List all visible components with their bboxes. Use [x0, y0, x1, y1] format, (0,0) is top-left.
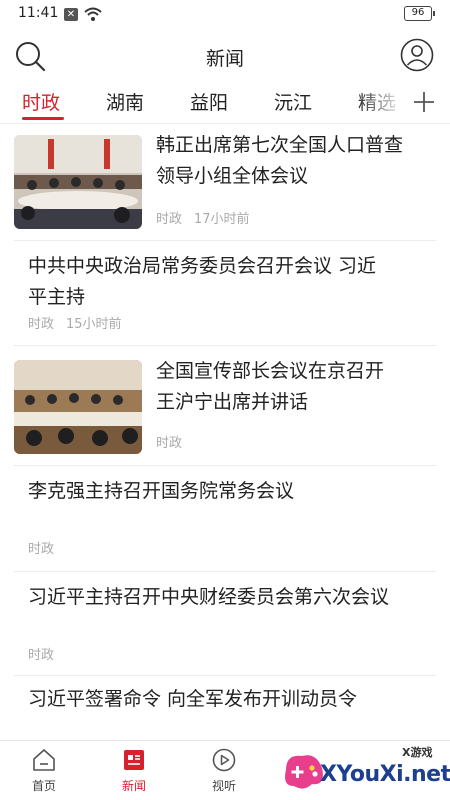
news-feed: 韩正出席第七次全国人口普查 领导小组全体会议 时政 17小时前 中共中央政治局常务…: [0, 124, 450, 740]
news-time: 17小时前: [194, 212, 250, 227]
news-category: 时政: [28, 317, 55, 332]
tab-shizheng[interactable]: 时政: [22, 88, 60, 115]
nav-news-label: 新闻: [121, 779, 146, 793]
news-meta: 时政 17小时前: [156, 208, 250, 227]
channel-tabs: 时政 湖南 益阳 沅江 精选: [0, 82, 450, 124]
nav-home[interactable]: 首页: [14, 747, 74, 794]
nav-news[interactable]: 新闻: [104, 747, 164, 794]
news-title: 习近平主持召开中央财经委员会第六次会议: [28, 586, 390, 608]
news-title: 习近平签署命令 向全军发布开训动员令: [28, 688, 358, 710]
news-title: 全国宣传部长会议在京召开 王沪宁出席并讲话: [156, 360, 385, 413]
nav-home-label: 首页: [31, 779, 56, 793]
news-item[interactable]: 李克强主持召开国务院常务会议 时政: [0, 466, 450, 572]
news-thumbnail: [14, 360, 142, 454]
tab-yiyang[interactable]: 益阳: [190, 88, 228, 115]
news-meta: 时政: [156, 432, 182, 451]
news-item[interactable]: 韩正出席第七次全国人口普查 领导小组全体会议 时政 17小时前: [0, 124, 450, 241]
tab-yuanjiang[interactable]: 沅江: [274, 88, 312, 115]
news-category: 时政: [156, 436, 183, 451]
battery-icon: 96: [404, 6, 435, 21]
news-title: 中共中央政治局常务委员会召开会议 习近 平主持: [28, 255, 377, 308]
news-category: 时政: [28, 542, 55, 557]
news-title: 李克强主持召开国务院常务会议: [28, 480, 295, 502]
add-channel-icon[interactable]: [410, 88, 438, 116]
status-bar: 11:41 ✕ 96: [0, 0, 450, 28]
home-icon: [33, 749, 55, 771]
tab-hunan[interactable]: 湖南: [106, 88, 144, 115]
watermark-brand: XYouXi.net: [320, 762, 450, 787]
watermark: X游戏 XYouXi.net: [282, 742, 450, 800]
news-category: 时政: [28, 648, 55, 663]
news-thumbnail: [14, 135, 142, 229]
news-item[interactable]: 习近平主持召开中央财经委员会第六次会议 时政: [0, 572, 450, 676]
wifi-icon: [84, 7, 102, 21]
news-item[interactable]: 全国宣传部长会议在京召开 王沪宁出席并讲话 时政: [0, 346, 450, 466]
news-icon: [124, 750, 144, 770]
active-tab-indicator: [22, 117, 64, 120]
news-meta: 时政: [28, 644, 54, 663]
news-meta: 时政: [28, 538, 54, 557]
news-time: 15小时前: [66, 317, 122, 332]
news-item[interactable]: 中共中央政治局常务委员会召开会议 习近 平主持 时政 15小时前: [0, 241, 450, 346]
nav-video-label: 视听: [211, 779, 236, 793]
news-category: 时政: [156, 212, 183, 227]
news-title: 韩正出席第七次全国人口普查 领导小组全体会议: [156, 134, 404, 187]
notification-icon: ✕: [64, 8, 78, 21]
news-meta: 时政 15小时前: [28, 313, 122, 332]
news-item[interactable]: 习近平签署命令 向全军发布开训动员令: [0, 676, 450, 740]
app-header: 新闻: [0, 28, 450, 82]
tab-jingxuan[interactable]: 精选: [358, 88, 396, 115]
watermark-tag: X游戏: [402, 746, 433, 759]
status-time: 11:41: [18, 5, 59, 21]
play-icon: [212, 748, 236, 772]
user-profile-icon[interactable]: [400, 38, 434, 72]
nav-video[interactable]: 视听: [194, 747, 254, 794]
page-title: 新闻: [205, 48, 244, 70]
